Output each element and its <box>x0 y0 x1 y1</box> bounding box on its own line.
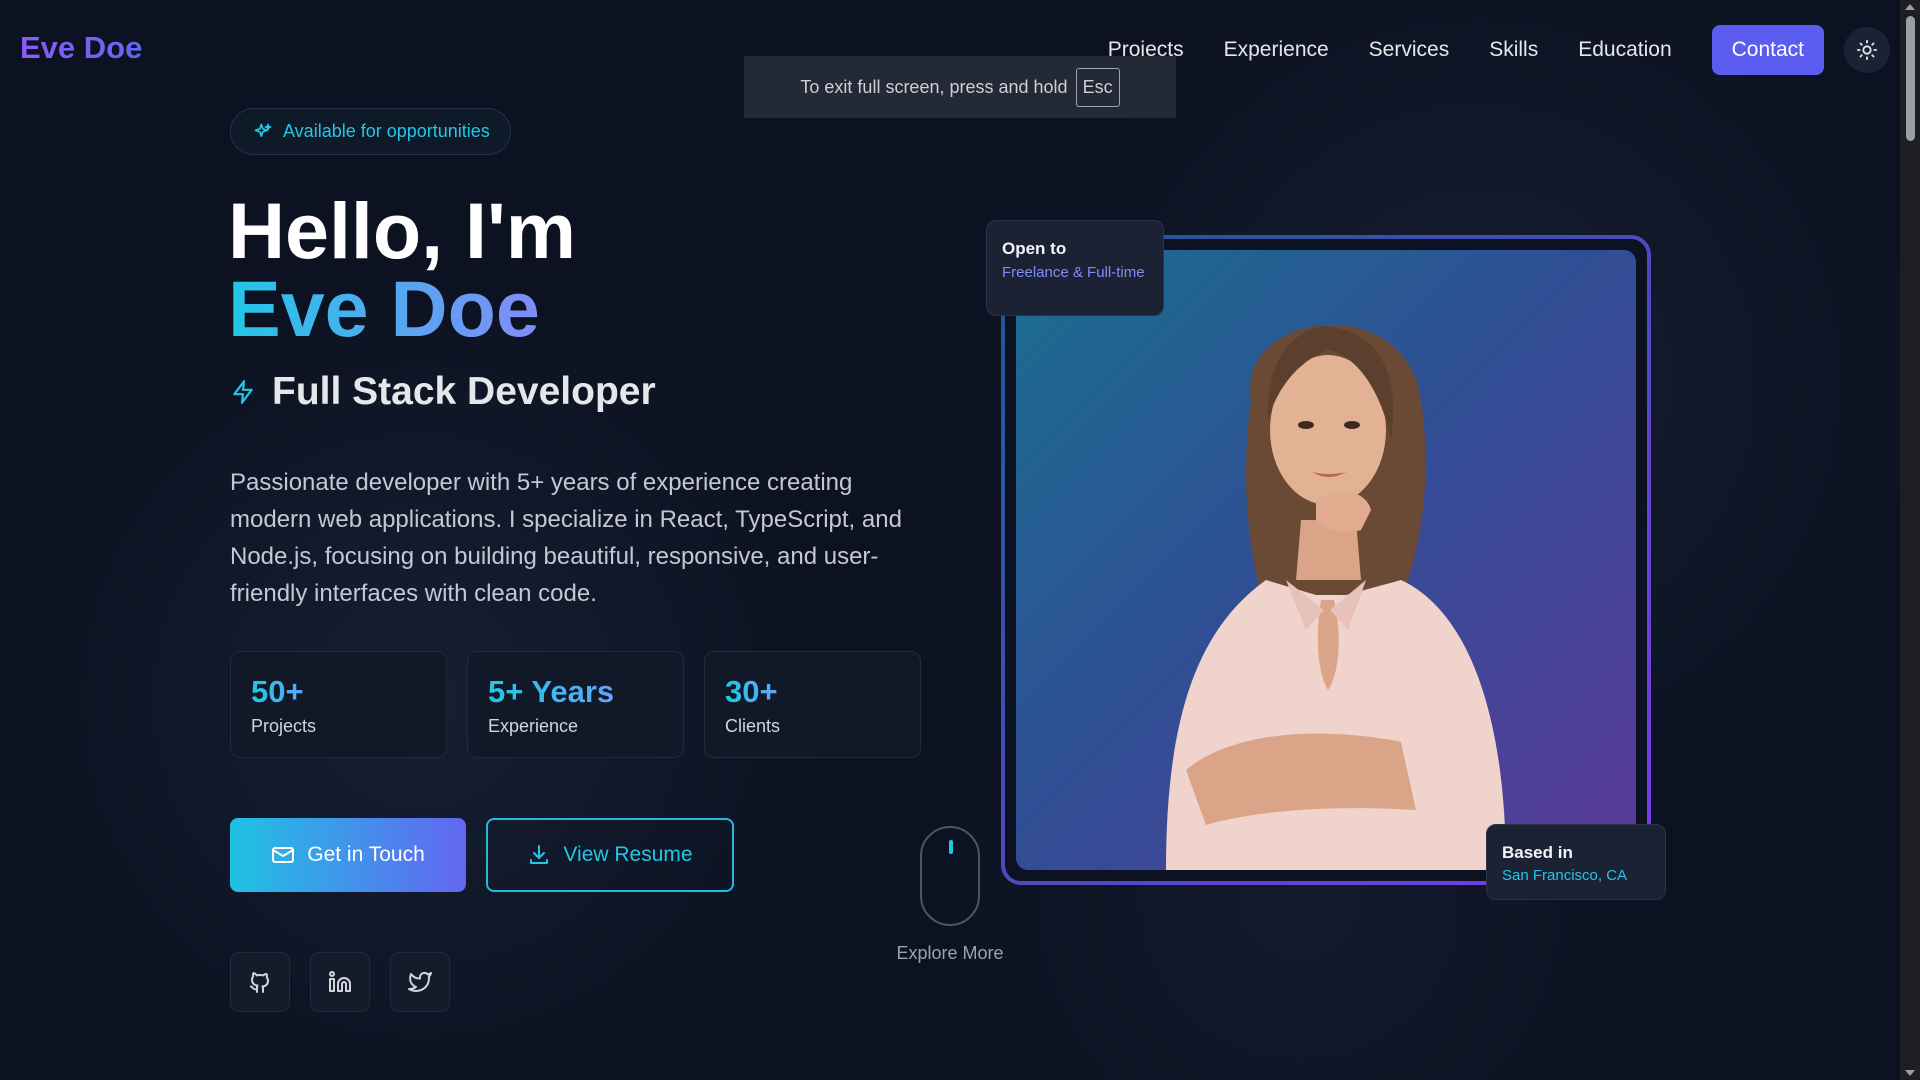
availability-badge: Available for opportunities <box>230 108 511 155</box>
stat-card-projects: 50+ Projects <box>230 651 447 758</box>
sun-icon <box>1856 39 1878 61</box>
stat-label: Experience <box>488 716 579 736</box>
site-logo[interactable]: Eve Doe <box>20 30 142 66</box>
hero-greeting: Hello, I'm <box>228 186 577 275</box>
nav-link-experience[interactable]: Experience <box>1224 38 1329 62</box>
get-in-touch-button[interactable]: Get in Touch <box>230 818 466 892</box>
github-link[interactable] <box>230 952 290 1012</box>
download-icon <box>530 845 549 864</box>
esc-key-hint: Esc <box>1075 67 1120 107</box>
open-to-card: Open to Freelance & Full-time <box>986 220 1164 316</box>
mouse-wheel <box>949 840 953 854</box>
stat-card-experience: 5+ Years Experience <box>467 651 684 758</box>
stat-value: 30+ <box>725 674 778 709</box>
twitter-link[interactable] <box>390 952 450 1012</box>
view-resume-button[interactable]: View Resume <box>486 818 734 892</box>
page-scrollbar[interactable] <box>1900 0 1920 1080</box>
sparkles-icon <box>254 123 272 137</box>
theme-toggle-button[interactable] <box>1844 27 1890 73</box>
view-resume-label: View Resume <box>563 843 693 866</box>
scroll-down-arrow-icon[interactable] <box>1905 1070 1915 1076</box>
open-to-detail: Freelance & Full-time <box>1002 264 1145 281</box>
hero-description: Passionate developer with 5+ years of ex… <box>230 469 902 607</box>
contact-button[interactable]: Contact <box>1711 25 1824 75</box>
mail-icon <box>272 847 295 863</box>
role-title: Full Stack Developer <box>272 370 656 413</box>
explore-more-label[interactable]: Explore More <box>880 943 1020 964</box>
lightning-icon <box>233 380 253 404</box>
stat-card-clients: 30+ Clients <box>704 651 921 758</box>
fullscreen-toast-text: To exit full screen, press and hold <box>800 76 1068 97</box>
hero-name: Eve Doe <box>228 264 540 353</box>
location-value: San Francisco, CA <box>1502 867 1628 884</box>
scroll-mouse-icon[interactable] <box>920 826 980 926</box>
nav-link-education[interactable]: Education <box>1578 38 1671 62</box>
open-to-title: Open to <box>1002 239 1067 258</box>
location-title: Based in <box>1502 843 1573 862</box>
scroll-up-arrow-icon[interactable] <box>1905 4 1915 10</box>
twitter-icon <box>408 972 432 992</box>
get-in-touch-label: Get in Touch <box>307 843 425 866</box>
main-nav: Projects Experience Services Skills Educ… <box>1108 25 1890 75</box>
stat-label: Projects <box>251 716 317 736</box>
badge-label: Available for opportunities <box>283 121 490 141</box>
stat-label: Clients <box>725 716 781 736</box>
role-line: Full Stack Developer <box>230 370 656 414</box>
person-illustration <box>1166 324 1506 870</box>
location-card: Based in San Francisco, CA <box>1486 824 1666 900</box>
fullscreen-exit-toast: To exit full screen, press and hold Esc <box>744 56 1176 118</box>
stat-value: 5+ Years <box>488 674 615 709</box>
nav-link-services[interactable]: Services <box>1369 38 1450 62</box>
social-links <box>230 952 470 1012</box>
scrollbar-thumb[interactable] <box>1906 16 1915 141</box>
nav-link-skills[interactable]: Skills <box>1489 38 1538 62</box>
linkedin-icon <box>329 971 351 992</box>
stat-value: 50+ <box>251 674 304 709</box>
profile-photo <box>1016 250 1636 870</box>
linkedin-link[interactable] <box>310 952 370 1012</box>
github-icon <box>250 972 269 993</box>
stats-row: 50+ Projects 5+ Years Experience 30+ Cli… <box>230 651 941 758</box>
